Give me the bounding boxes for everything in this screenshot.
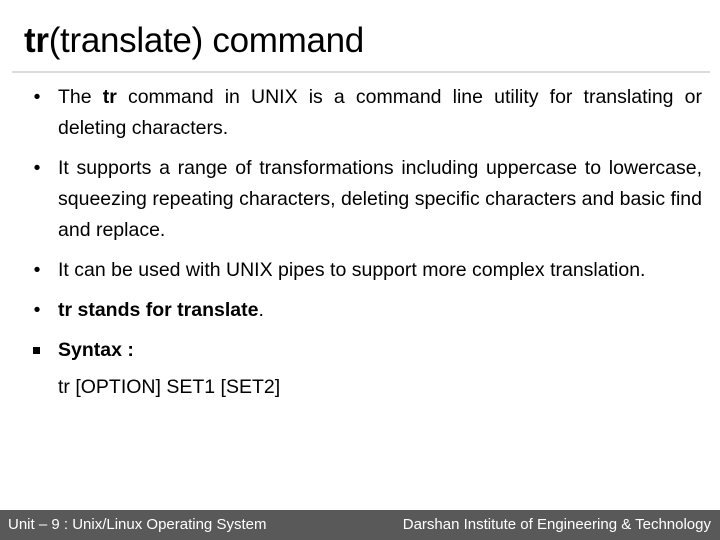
square-bullet-icon bbox=[33, 347, 40, 354]
text-segment: command in UNIX is a command line utilit… bbox=[58, 86, 702, 139]
text-segment: . bbox=[258, 299, 264, 321]
slide-title-rest: (translate) command bbox=[48, 21, 365, 60]
bullet-text: It supports a range of transformations i… bbox=[58, 157, 702, 241]
title-divider bbox=[12, 71, 710, 73]
bullet-icon: • bbox=[33, 157, 41, 179]
slide-content: • The tr command in UNIX is a command li… bbox=[30, 82, 702, 403]
text-segment-bold: tr bbox=[102, 86, 117, 108]
bullet-icon: • bbox=[33, 259, 41, 281]
text-segment-bold: tr stands for translate bbox=[58, 299, 259, 321]
bullet-item: • It can be used with UNIX pipes to supp… bbox=[30, 255, 702, 286]
syntax-command: tr [OPTION] SET1 [SET2] bbox=[58, 376, 281, 398]
bullet-text: tr stands for translate. bbox=[58, 299, 264, 321]
bullet-icon: • bbox=[33, 299, 41, 321]
bullet-item: • The tr command in UNIX is a command li… bbox=[30, 82, 702, 144]
bullet-text: It can be used with UNIX pipes to suppor… bbox=[58, 259, 646, 281]
syntax-label: Syntax : bbox=[58, 339, 134, 361]
footer-bar: Unit – 9 : Unix/Linux Operating System D… bbox=[0, 510, 720, 540]
bullet-item: • It supports a range of transformations… bbox=[30, 153, 702, 246]
text-segment: The bbox=[58, 86, 103, 108]
footer-unit-title: Unit – 9 : Unix/Linux Operating System bbox=[8, 516, 267, 533]
syntax-item: Syntax : bbox=[30, 335, 702, 366]
bullet-text: The tr command in UNIX is a command line… bbox=[58, 86, 702, 139]
footer-institute: Darshan Institute of Engineering & Techn… bbox=[402, 516, 711, 533]
slide-title: tr(translate) command bbox=[24, 16, 364, 66]
bullet-item: • tr stands for translate. bbox=[30, 295, 702, 326]
bullet-icon: • bbox=[33, 86, 41, 108]
slide-title-bold: tr bbox=[24, 21, 49, 60]
